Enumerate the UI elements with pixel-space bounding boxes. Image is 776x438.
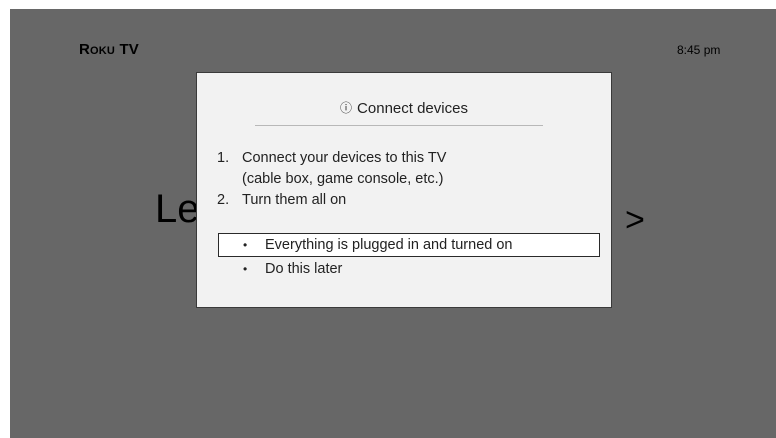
connect-devices-dialog: ⓘ Connect devices 1. Connect your devices… (196, 72, 612, 308)
dialog-title-text: Connect devices (357, 100, 468, 117)
bullet: • (243, 238, 248, 252)
background-heading-text: Le (155, 187, 200, 231)
step-text-continued: (cable box, game console, etc.) (242, 171, 444, 187)
clock: 8:45 pm (677, 43, 721, 57)
dialog-title: ⓘ Connect devices (197, 99, 611, 117)
step-number: 2. (217, 192, 230, 208)
bullet: • (243, 262, 248, 276)
instruction-steps: 1. Connect your devices to this TV (cabl… (217, 148, 446, 211)
option-label: Do this later (265, 261, 343, 277)
background-arrow: > (625, 201, 645, 239)
roku-tv-logo: Roku TV (79, 41, 140, 58)
step-text: Connect your devices to this TV (242, 150, 447, 166)
option-do-this-later[interactable]: • Do this later (218, 257, 600, 281)
info-icon: ⓘ (340, 101, 353, 115)
option-label: Everything is plugged in and turned on (265, 237, 513, 253)
step-1: 1. Connect your devices to this TV (cabl… (217, 148, 446, 190)
step-number: 1. (217, 150, 230, 166)
title-divider (255, 125, 543, 126)
option-everything-plugged-in[interactable]: • Everything is plugged in and turned on (218, 233, 600, 257)
step-2: 2. Turn them all on (217, 190, 446, 211)
option-list: • Everything is plugged in and turned on… (218, 233, 600, 281)
step-text: Turn them all on (242, 192, 347, 208)
